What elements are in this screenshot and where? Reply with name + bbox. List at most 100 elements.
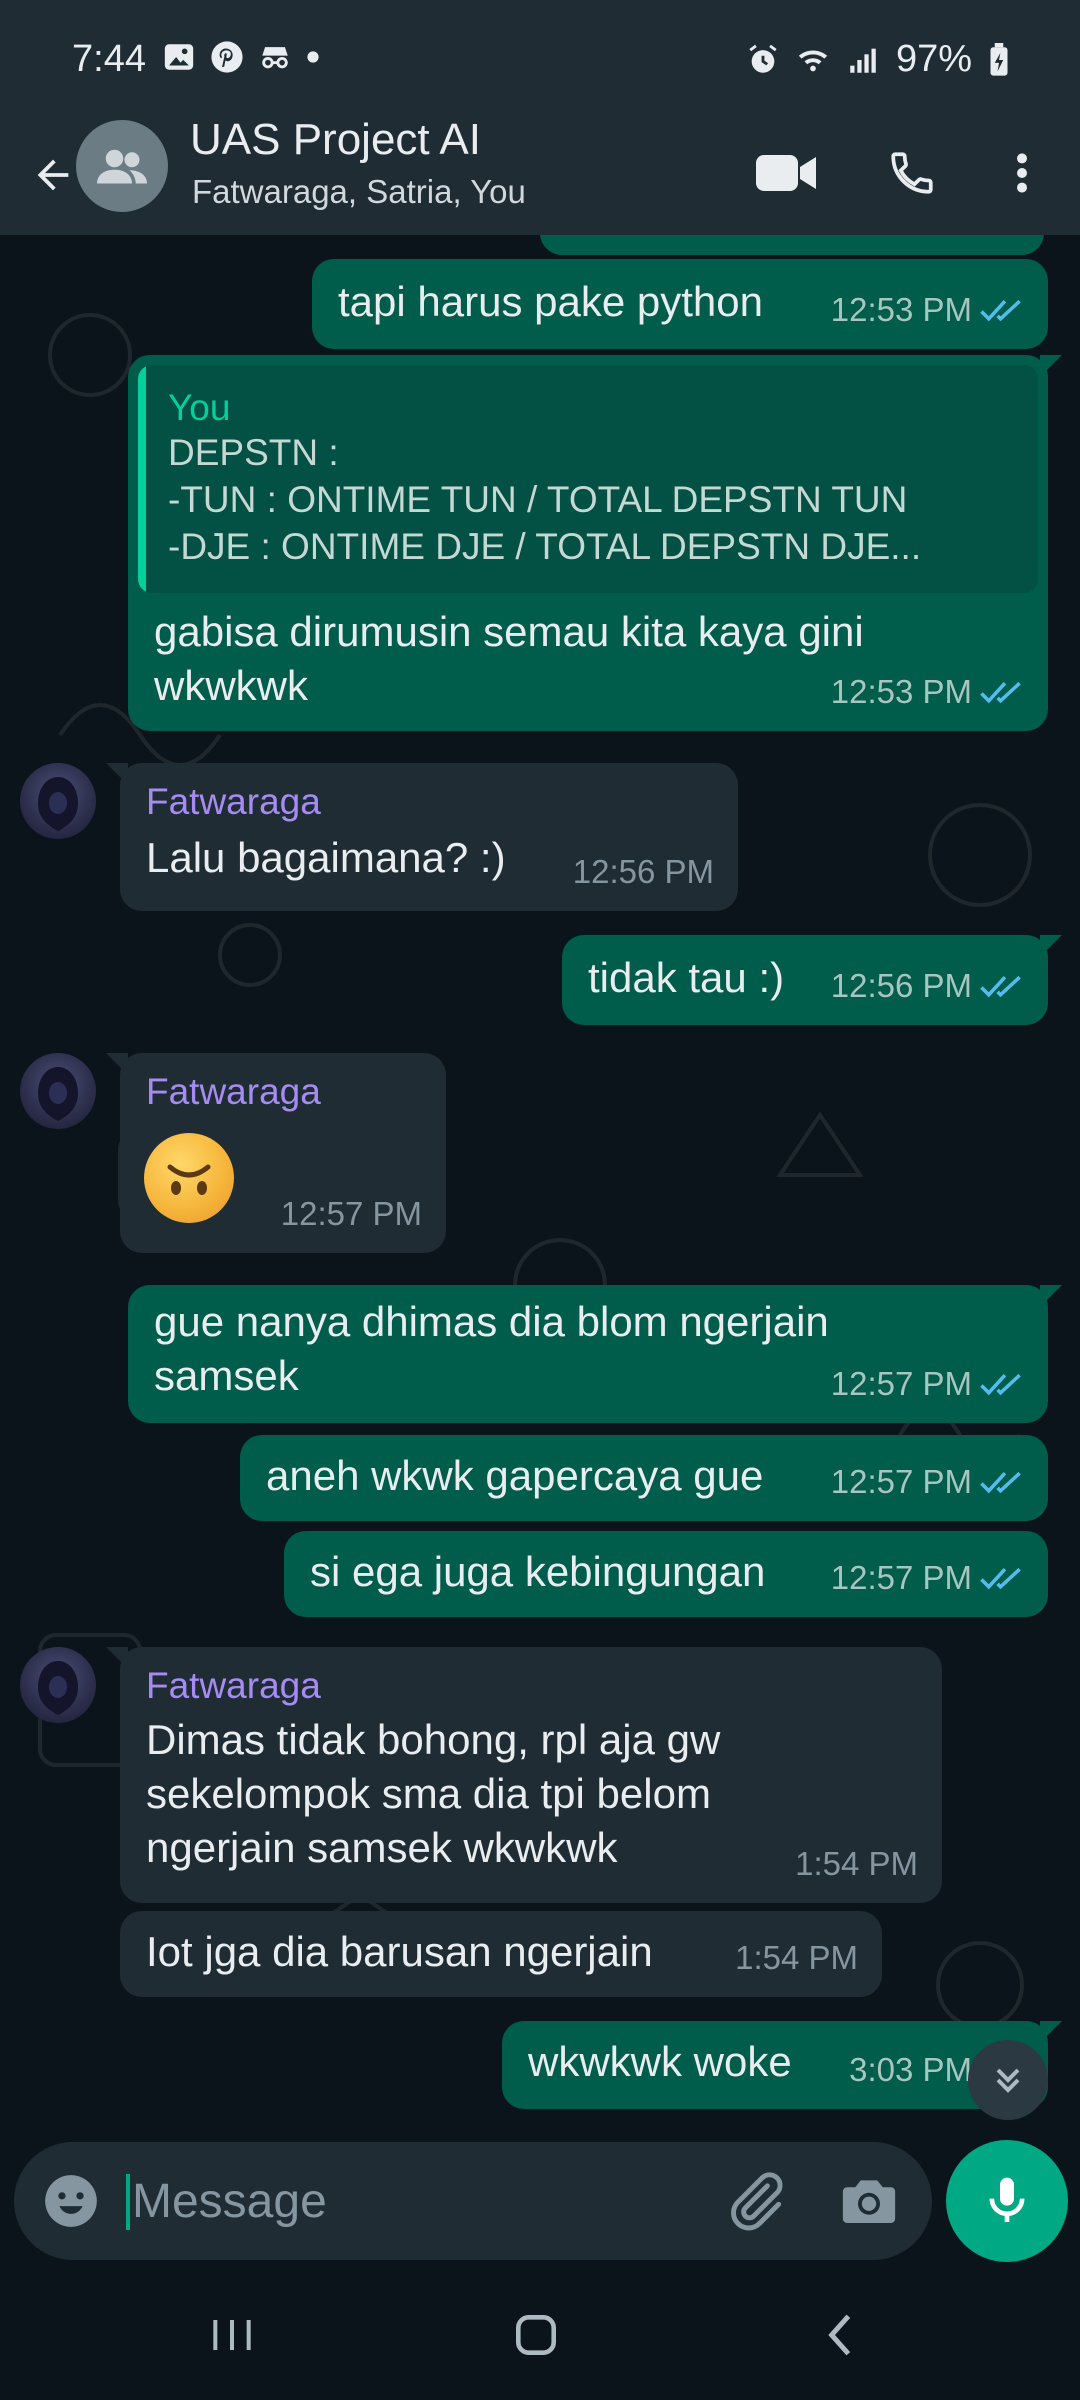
- message-time: 12:57 PM: [830, 1365, 972, 1402]
- message-bubble-incoming[interactable]: Fatwaraga Lalu bagaimana? :) 12:56 PM: [106, 763, 738, 911]
- camera-icon[interactable]: [836, 2168, 902, 2234]
- read-ticks-icon: [980, 975, 1021, 998]
- message-time: 12:57 PM: [280, 1195, 422, 1232]
- status-left-icons: [162, 40, 320, 74]
- avatar[interactable]: [20, 1647, 96, 1723]
- battery-icon: [990, 42, 1008, 76]
- wifi-icon: [798, 49, 828, 71]
- message-meta: 12:56 PM: [831, 959, 1024, 1013]
- voice-message-button[interactable]: [946, 2140, 1068, 2262]
- message-time: 12:53 PM: [830, 673, 972, 710]
- message-composer: [14, 2142, 932, 2260]
- group-avatar[interactable]: [76, 120, 168, 212]
- message-text: Iot jga dia barusan ngerjain: [146, 1928, 653, 1975]
- emoji-face-icon: [167, 1164, 211, 1195]
- sender-name[interactable]: Fatwaraga: [146, 775, 321, 829]
- message-time: 12:53 PM: [830, 291, 972, 328]
- system-back-button[interactable]: [790, 2300, 890, 2370]
- mic-icon: [989, 2177, 1025, 2222]
- avatar[interactable]: [20, 763, 96, 839]
- message-meta: 1:54 PM: [735, 1931, 858, 1985]
- avatar[interactable]: [20, 1053, 96, 1129]
- message-bubble-outgoing[interactable]: tidak tau :) 12:56 PM: [562, 935, 1062, 1025]
- signal-icon: [850, 48, 876, 73]
- upside-down-face-emoji: [144, 1133, 234, 1223]
- battery-percent: 97%: [895, 38, 972, 80]
- back-arrow-icon: [37, 159, 69, 191]
- message-bubble-outgoing[interactable]: gue nanya dhimas dia blom ngerjain samse…: [128, 1285, 1062, 1423]
- gallery-icon: [164, 44, 194, 70]
- read-ticks-icon: [980, 1471, 1021, 1494]
- message-meta: 1:54 PM: [795, 1837, 918, 1891]
- dot-icon: [307, 51, 319, 63]
- recents-icon: [213, 2320, 251, 2350]
- previous-message-bubble[interactable]: [540, 235, 1044, 255]
- status-right-icons: 97%: [746, 38, 1010, 81]
- message-time: 1:54 PM: [735, 1939, 858, 1976]
- message-time: 12:56 PM: [572, 853, 714, 890]
- chat-area[interactable]: tapi harus pake python 12:53 PM You DEPS…: [0, 235, 1080, 2140]
- message-bubble-outgoing[interactable]: aneh wkwk gapercaya gue 12:57 PM: [240, 1435, 1048, 1521]
- quoted-message[interactable]: You DEPSTN : -TUN : ONTIME TUN / TOTAL D…: [138, 365, 1038, 593]
- chat-header: UAS Project AI Fatwaraga, Satria, You: [0, 115, 1080, 235]
- message-input[interactable]: [132, 2166, 692, 2236]
- recents-button[interactable]: [182, 2300, 282, 2370]
- bubble-tail: [106, 763, 128, 785]
- emoji-icon[interactable]: [40, 2170, 102, 2232]
- home-button[interactable]: [486, 2300, 586, 2370]
- hooded-figure-icon: [38, 777, 78, 831]
- message-text: gabisa dirumusin semau kita kaya gini wk…: [154, 608, 864, 709]
- quote-text: DEPSTN : -TUN : ONTIME TUN / TOTAL DEPST…: [168, 432, 922, 567]
- message-bubble-incoming[interactable]: Iot jga dia barusan ngerjain 1:54 PM: [120, 1911, 882, 1997]
- more-options-icon: [1017, 153, 1027, 193]
- read-ticks-icon: [980, 299, 1021, 322]
- message-time: 3:03 PM: [849, 2051, 972, 2088]
- read-ticks-icon: [980, 681, 1021, 704]
- message-time: 1:54 PM: [795, 1845, 918, 1882]
- message-bubble-incoming[interactable]: Fatwaraga Dimas tidak bohong, rpl aja gw…: [106, 1647, 942, 1903]
- message-meta: 12:53 PM: [831, 665, 1024, 719]
- message-bubble-reply[interactable]: You DEPSTN : -TUN : ONTIME TUN / TOTAL D…: [128, 355, 1062, 731]
- message-meta: 12:56 PM: [573, 845, 714, 899]
- message-bubble-outgoing[interactable]: si ega juga kebingungan 12:57 PM: [284, 1531, 1048, 1617]
- hooded-figure-icon: [38, 1661, 78, 1715]
- message-text: aneh wkwk gapercaya gue: [266, 1452, 764, 1499]
- pinterest-icon: [211, 41, 243, 73]
- voice-call-button[interactable]: [872, 133, 952, 213]
- bubble-tail: [106, 1647, 128, 1669]
- message-meta: 12:57 PM: [831, 1551, 1024, 1605]
- message-bubble-incoming[interactable]: Fatwaraga 12:57 PM: [106, 1053, 446, 1253]
- video-call-button[interactable]: [746, 133, 826, 213]
- read-ticks-icon: [980, 1567, 1021, 1590]
- message-text: tapi harus pake python: [338, 278, 763, 325]
- message-bubble-outgoing[interactable]: wkwkwk woke 3:03 PM: [502, 2021, 1062, 2109]
- system-navigation-bar: [0, 2270, 1080, 2400]
- bubble-tail: [1040, 355, 1062, 377]
- message-text: Dimas tidak bohong, rpl aja gw sekelompo…: [146, 1716, 721, 1871]
- bubble-tail: [106, 1053, 128, 1075]
- message-text: si ega juga kebingungan: [310, 1548, 766, 1595]
- chat-participants[interactable]: Fatwaraga, Satria, You: [192, 173, 526, 211]
- text-cursor: [126, 2174, 130, 2230]
- message-bubble-outgoing[interactable]: tapi harus pake python 12:53 PM: [312, 259, 1048, 349]
- video-call-icon: [756, 155, 816, 191]
- attach-icon[interactable]: [722, 2168, 788, 2234]
- scroll-to-bottom-button[interactable]: [968, 2040, 1048, 2120]
- sender-name[interactable]: Fatwaraga: [146, 1065, 321, 1119]
- message-time: 12:57 PM: [830, 1559, 972, 1596]
- home-icon: [516, 2315, 556, 2355]
- sender-name[interactable]: Fatwaraga: [146, 1659, 321, 1713]
- phone-call-icon: [891, 152, 933, 194]
- quote-accent-bar: [138, 365, 146, 593]
- system-back-icon: [828, 2314, 851, 2356]
- message-text: gue nanya dhimas dia blom ngerjain samse…: [154, 1298, 829, 1399]
- status-time: 7:44: [72, 38, 146, 80]
- message-text: Lalu bagaimana? :): [146, 834, 506, 881]
- chat-title[interactable]: UAS Project AI: [190, 115, 481, 165]
- bubble-tail: [1040, 1285, 1062, 1307]
- message-meta: 12:57 PM: [831, 1455, 1024, 1509]
- double-chevron-down-icon: [996, 2068, 1020, 2093]
- message-meta: 12:57 PM: [281, 1187, 422, 1241]
- more-options-button[interactable]: [982, 133, 1062, 213]
- incognito-icon: [262, 47, 288, 69]
